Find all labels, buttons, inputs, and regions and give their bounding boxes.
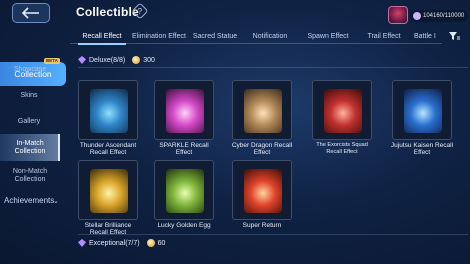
- gem-icon: [78, 56, 86, 64]
- section-label: Exceptional(7/7): [89, 239, 140, 247]
- back-button[interactable]: [12, 3, 50, 23]
- card-art: [90, 169, 128, 213]
- back-arrow-icon: [21, 7, 39, 19]
- card-art: [324, 89, 362, 133]
- collectible-card[interactable]: Super Return: [232, 160, 294, 229]
- card-name: SPARKLE Recall Effect: [159, 142, 209, 156]
- card-art: [404, 89, 442, 133]
- collectible-card[interactable]: Cyber Dragon Recall Effect: [232, 80, 294, 156]
- card-name: The Exorcists Squad Recall Effect: [316, 142, 368, 155]
- chevron-down-icon: ⌄: [53, 198, 59, 205]
- section-header-deluxe: Deluxe(8/8) 300: [78, 54, 155, 66]
- section-divider: [78, 234, 468, 235]
- sidebar-item-gallery[interactable]: Gallery: [0, 118, 58, 126]
- tab-spawn-effect[interactable]: Spawn Effect: [302, 28, 354, 44]
- currency-value: 104160/110000: [423, 13, 465, 19]
- sidebar-item-label: Showcase: [13, 66, 47, 73]
- card-frame: [392, 80, 452, 140]
- card-frame: [78, 80, 138, 140]
- section-tokens: 60: [157, 239, 166, 247]
- sidebar: Collection BETA Showcase Skins Gallery I…: [0, 30, 66, 264]
- tab-notification[interactable]: Notification: [250, 28, 290, 44]
- section-tokens: 300: [143, 56, 155, 64]
- page-title: Collectible: [76, 5, 139, 19]
- gem-icon: [78, 239, 86, 247]
- sidebar-item-label: Non-Match Collection: [12, 168, 48, 183]
- help-icon: ?: [137, 6, 143, 16]
- card-frame: [154, 160, 214, 220]
- card-frame: [154, 80, 214, 140]
- collectible-card[interactable]: Jujutsu Kaisen Recall Effect: [390, 80, 454, 156]
- card-frame: [312, 80, 372, 140]
- card-name: Super Return: [242, 222, 282, 229]
- card-art: [244, 89, 282, 133]
- beta-badge: BETA: [44, 58, 60, 64]
- card-art: [166, 169, 204, 213]
- top-bar: Collectible ? 104160/110000: [0, 0, 470, 26]
- collectible-card[interactable]: SPARKLE Recall Effect: [154, 80, 216, 156]
- card-name: Cyber Dragon Recall Effect: [231, 142, 293, 156]
- sidebar-item-skins[interactable]: Skins: [0, 92, 58, 100]
- collectible-card[interactable]: Stellar Brilliance Recall Effect: [78, 160, 140, 236]
- tab-sacred-statue[interactable]: Sacred Statue: [191, 28, 239, 44]
- sidebar-item-label: Gallery: [17, 118, 41, 125]
- avatar[interactable]: [388, 6, 408, 24]
- filter-button[interactable]: [446, 29, 462, 43]
- section-header-exceptional: Exceptional(7/7) 60: [78, 237, 165, 249]
- collectible-card[interactable]: Lucky Golden Egg: [154, 160, 216, 229]
- card-art: [90, 89, 128, 133]
- collectible-card[interactable]: The Exorcists Squad Recall Effect: [312, 80, 374, 156]
- sidebar-item-showcase[interactable]: Showcase: [3, 66, 57, 74]
- section-divider: [78, 67, 468, 68]
- tab-battle[interactable]: Battle I: [414, 28, 442, 44]
- card-name: Lucky Golden Egg: [157, 222, 211, 229]
- filter-icon: [449, 32, 460, 40]
- section-label: Deluxe(8/8): [89, 56, 126, 64]
- tab-trail-effect[interactable]: Trail Effect: [362, 28, 406, 44]
- card-frame: [232, 160, 292, 220]
- sidebar-item-label: Skins: [20, 92, 38, 99]
- card-art: [166, 89, 204, 133]
- card-name: Thunder Ascendant Recall Effect: [79, 142, 137, 156]
- token-icon: [146, 239, 155, 247]
- currency-icon: [413, 12, 421, 20]
- token-icon: [132, 56, 141, 64]
- category-tabs: Recall Effect Elimination Effect Sacred …: [70, 28, 442, 45]
- collectible-card[interactable]: Thunder Ascendant Recall Effect: [78, 80, 140, 156]
- tab-recall-effect[interactable]: Recall Effect: [70, 28, 134, 45]
- sidebar-item-label: In-Match Collection: [14, 140, 46, 155]
- sidebar-achievements[interactable]: Achievements: [4, 196, 54, 205]
- card-name: Jujutsu Kaisen Recall Effect: [390, 142, 454, 156]
- sidebar-item-non-match-collection[interactable]: Non-Match Collection: [8, 168, 52, 184]
- currency-pill: 104160/110000: [410, 10, 468, 22]
- card-frame: [232, 80, 292, 140]
- card-frame: [78, 160, 138, 220]
- tab-elimination-effect[interactable]: Elimination Effect: [128, 28, 190, 44]
- card-art: [244, 169, 282, 213]
- sidebar-item-in-match-collection[interactable]: In-Match Collection: [8, 140, 52, 156]
